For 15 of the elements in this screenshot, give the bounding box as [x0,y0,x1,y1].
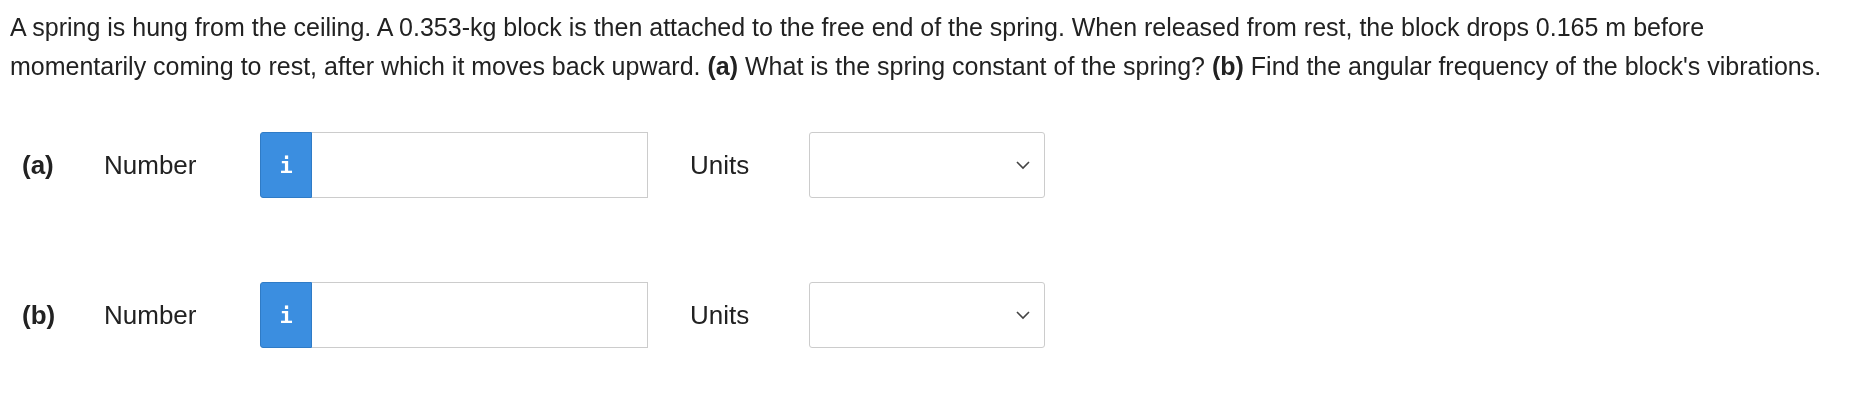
chevron-down-icon [1016,310,1030,320]
units-dropdown[interactable] [809,282,1045,348]
units-dropdown[interactable] [809,132,1045,198]
question-text: A spring is hung from the ceiling. A 0.353-kg block is then attached to the free end of the spring. When released from rest, the block drops 0.165 m before momentarily coming to rest, after which it moves back upward. (a) What is the spring constant of the spring? (b) Find the angular frequency of the block's vibrations. [10,12,1823,82]
part-label: (b) [21,299,57,331]
units-label: Units [690,299,751,331]
units-label: Units [690,149,751,181]
chevron-down-icon [1016,160,1030,170]
number-label: Number [104,299,198,331]
part-label: (a) [21,149,55,181]
answer-field[interactable] [312,282,648,348]
info-button[interactable]: i [260,282,312,348]
number-label: Number [104,149,198,181]
info-button[interactable]: i [260,132,312,198]
answer-field[interactable] [312,132,648,198]
